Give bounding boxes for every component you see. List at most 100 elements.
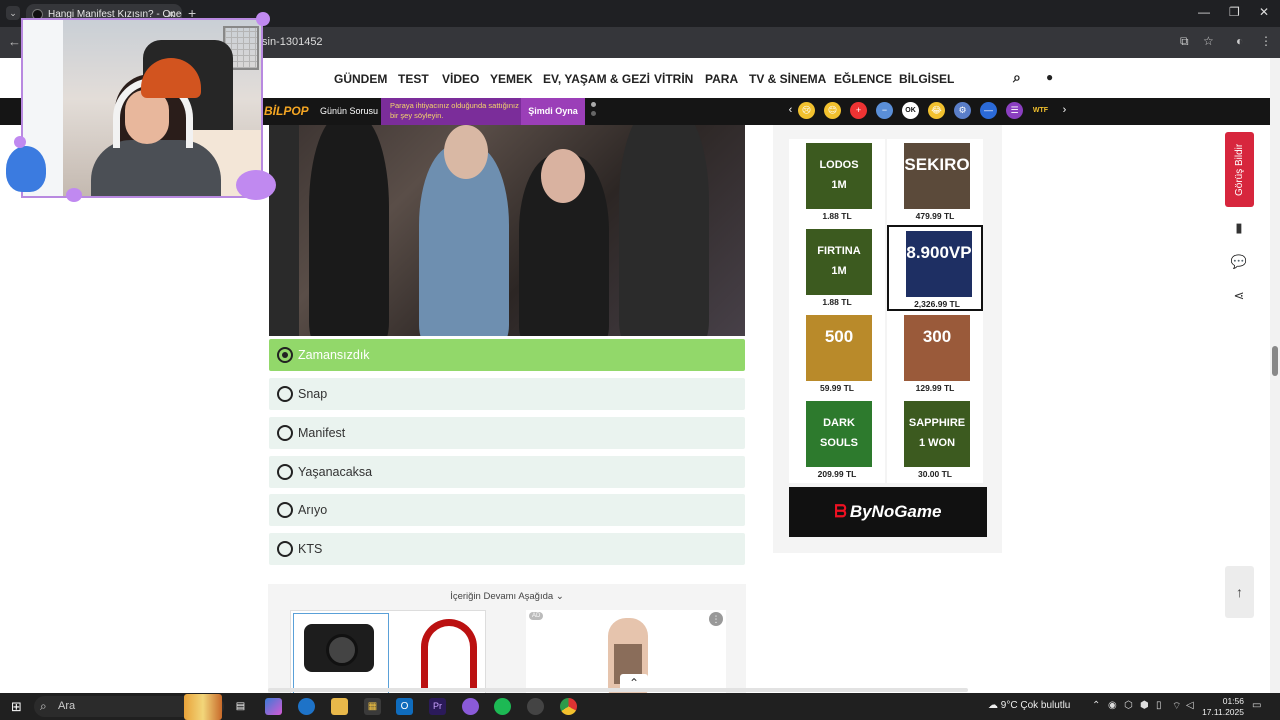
file-explorer-icon[interactable] — [331, 698, 348, 715]
tray-icon[interactable]: ⬢ — [1140, 700, 1149, 711]
product-thumbnail: 8.900VP — [906, 231, 972, 297]
sad-emoji-icon[interactable]: 😢 — [798, 102, 815, 119]
prev-arrow-icon[interactable]: ‹ — [782, 102, 799, 119]
comments-icon[interactable]: 💬 — [1228, 251, 1250, 273]
product-card[interactable]: 300 129.99 TL — [887, 311, 983, 397]
bookmark-star-icon[interactable]: ☆ — [1203, 34, 1214, 48]
bilpop-logo[interactable]: BİLPOP — [264, 104, 309, 118]
minus-emoji-icon[interactable]: − — [876, 102, 893, 119]
menu-kebab-icon[interactable]: ⋮ — [1260, 34, 1272, 48]
carousel-dots[interactable] — [591, 102, 596, 120]
product-price: 1.88 TL — [822, 297, 852, 307]
search-icon[interactable]: ⌕ — [1013, 69, 1021, 86]
copilot-icon[interactable] — [265, 698, 282, 715]
horizontal-scrollbar[interactable] — [268, 688, 968, 692]
edge-icon[interactable] — [298, 698, 315, 715]
store-icon[interactable]: ▦ — [364, 698, 381, 715]
microphone-icon[interactable]: ▯ — [1156, 700, 1162, 711]
scrollbar-thumb[interactable] — [1272, 346, 1278, 376]
task-view-icon[interactable]: ▤ — [232, 698, 249, 715]
bar-emoji-icon[interactable]: — — [980, 102, 997, 119]
chevron-down-icon: ⌄ — [555, 591, 564, 602]
wtf-emoji-icon[interactable]: WTF — [1032, 102, 1049, 119]
product-card[interactable]: SAPPHIRE 1 WON 30.00 TL — [887, 397, 983, 483]
feedback-button[interactable]: Görüş Bildir — [1225, 132, 1254, 207]
tab-search-icon[interactable]: ⌄ — [6, 6, 20, 20]
nav-video[interactable]: VİDEO — [442, 72, 479, 86]
nav-eglence[interactable]: EĞLENCE — [834, 72, 892, 86]
product-card[interactable]: LODOS 1M 1.88 TL — [789, 139, 885, 225]
premiere-icon[interactable]: Pr — [429, 698, 446, 715]
product-card[interactable]: FIRTINA 1M 1.88 TL — [789, 225, 885, 311]
product-price: 479.99 TL — [915, 211, 955, 221]
bynogame-banner[interactable]: ᗷ ByNoGame — [789, 487, 987, 537]
tray-chevron-icon[interactable]: ⌃ — [1092, 700, 1100, 711]
discord-icon[interactable] — [462, 698, 479, 715]
share-icon[interactable]: ⋖ — [1228, 285, 1250, 307]
play-now-button[interactable]: Şimdi Oyna — [521, 98, 585, 125]
product-card[interactable]: SEKIRO 479.99 TL — [887, 139, 983, 225]
restore-button[interactable]: ❐ — [1229, 5, 1240, 19]
tray-icon[interactable]: ◉ — [1108, 700, 1117, 711]
bynogame-logo-icon: ᗷ — [834, 502, 847, 521]
quiz-option-yasanacaksa[interactable]: Yaşanacaksa — [269, 456, 745, 488]
tray-icon[interactable]: ⬡ — [1124, 700, 1133, 711]
user-icon[interactable]: ● — [1046, 70, 1053, 84]
nav-tv-sinema[interactable]: TV & SİNEMA — [749, 72, 826, 86]
quiz-option-kts[interactable]: KTS — [269, 533, 745, 565]
product-thumbnail: DARK SOULS — [806, 401, 872, 467]
obs-icon[interactable] — [527, 698, 544, 715]
scroll-to-top-button[interactable]: ↑ — [1225, 566, 1254, 618]
close-window-button[interactable]: ✕ — [1259, 5, 1269, 19]
ok-emoji-icon[interactable]: OK — [902, 102, 919, 119]
quiz-option-snap[interactable]: Snap — [269, 378, 745, 410]
webcam-product[interactable] — [293, 613, 389, 695]
quiz-option-ariyo[interactable]: Arıyo — [269, 494, 745, 526]
url-field[interactable]: sin-1301452 — [262, 36, 323, 48]
minimize-button[interactable]: — — [1198, 5, 1210, 19]
weather-widget[interactable]: ☁ 9°C Çok bulutlu — [988, 700, 1070, 711]
windows-start-icon[interactable]: ⊞ — [8, 698, 25, 715]
nav-bilgisel[interactable]: BİLGİSEL — [899, 72, 954, 86]
taskbar-clock[interactable]: 01:56 17.11.2025 — [1200, 696, 1244, 718]
list-emoji-icon[interactable]: ☰ — [1006, 102, 1023, 119]
content-continues-link[interactable]: İçeriğin Devamı Aşağıda ⌄ — [268, 591, 746, 602]
install-app-icon[interactable]: ⧉ — [1180, 34, 1189, 49]
profile-icon[interactable]: ◐ — [1236, 34, 1243, 48]
nav-gundem[interactable]: GÜNDEM — [334, 72, 387, 86]
spotify-icon[interactable] — [494, 698, 511, 715]
nav-vitrin[interactable]: VİTRİN — [654, 72, 693, 86]
nav-test[interactable]: TEST — [398, 72, 429, 86]
product-thumbnail: SEKIRO — [904, 143, 970, 209]
product-ad-left[interactable] — [290, 610, 486, 695]
notification-icon[interactable]: ▭ — [1252, 700, 1261, 711]
back-arrow-icon[interactable]: ← — [8, 34, 21, 49]
product-card[interactable]: 8.900VP 2,326.99 TL — [887, 225, 983, 311]
gear-emoji-icon[interactable]: ⚙ — [954, 102, 971, 119]
product-card[interactable]: 500 59.99 TL — [789, 311, 885, 397]
question-text[interactable]: Paraya ihtiyacınız olduğunda sattığınız … — [381, 98, 521, 125]
chrome-icon[interactable] — [560, 698, 577, 715]
windows-taskbar: ⊞ ⌕ Ara ▤ ▦ O Pr ☁ 9°C Çok bulutlu ⌃ ◉ ⬡… — [0, 693, 1280, 720]
vertical-scrollbar[interactable] — [1270, 58, 1280, 693]
smile-emoji-icon[interactable]: 😊 — [824, 102, 841, 119]
product-card[interactable]: DARK SOULS 209.99 TL — [789, 397, 885, 483]
volume-icon[interactable]: ◁ — [1186, 700, 1194, 711]
quiz-option-manifest[interactable]: Manifest — [269, 417, 745, 449]
next-arrow-icon[interactable]: › — [1056, 102, 1073, 119]
laugh-emoji-icon[interactable]: 😂 — [928, 102, 945, 119]
outlook-icon[interactable]: O — [396, 698, 413, 715]
autumn-widget-icon[interactable] — [184, 694, 222, 720]
bookmark-icon[interactable]: ▮ — [1228, 217, 1250, 239]
ad-options-icon[interactable]: ⋮ — [709, 612, 723, 626]
quiz-option-zamansizdik[interactable]: Zamansızdık — [269, 339, 745, 371]
nav-yemek[interactable]: YEMEK — [490, 72, 533, 86]
nav-para[interactable]: PARA — [705, 72, 738, 86]
headset-product[interactable] — [389, 613, 485, 695]
wifi-icon[interactable]: ⌔ — [1172, 700, 1181, 713]
nav-ev-yasam-gezi[interactable]: EV, YAŞAM & GEZİ — [543, 72, 650, 86]
plus-emoji-icon[interactable]: + — [850, 102, 867, 119]
product-price: 1.88 TL — [822, 211, 852, 221]
recommendation-area: İçeriğin Devamı Aşağıda ⌄ AD ⋮ — [268, 584, 746, 695]
product-thumbnail: LODOS 1M — [806, 143, 872, 209]
